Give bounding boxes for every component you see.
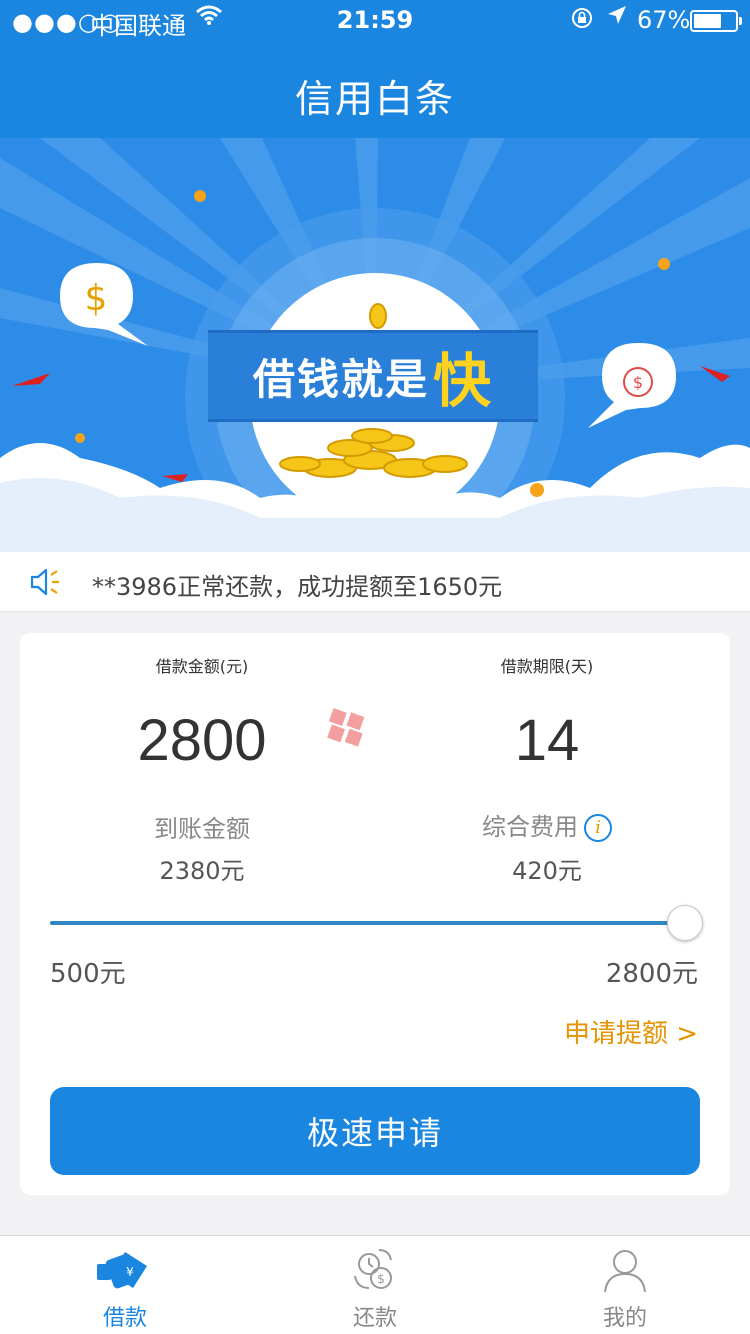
svg-text:$: $ bbox=[377, 1272, 385, 1286]
battery-icon bbox=[690, 10, 742, 32]
tab-repay[interactable]: $ 还款 bbox=[250, 1236, 500, 1334]
info-icon[interactable]: i bbox=[584, 814, 612, 842]
svg-text:¥: ¥ bbox=[126, 1265, 134, 1279]
slogan-emphasis: 快 bbox=[433, 347, 494, 415]
slider-max-label: 2800元 bbox=[605, 959, 698, 989]
raise-limit-link[interactable]: 申请提额 > bbox=[564, 1013, 698, 1050]
apply-button[interactable]: 极速申请 bbox=[50, 1087, 700, 1175]
svg-text:$: $ bbox=[85, 278, 108, 319]
battery-percent: 67% bbox=[637, 6, 691, 34]
banner-slogan: 借钱就是快 bbox=[208, 330, 538, 422]
svg-text:$: $ bbox=[633, 373, 643, 392]
tab-label: 还款 bbox=[352, 1306, 397, 1331]
promo-banner[interactable]: $ $ 借钱就是快 bbox=[0, 138, 750, 552]
slider-min-label: 500元 bbox=[50, 959, 126, 989]
received-value: 2380元 bbox=[159, 857, 245, 885]
rotation-lock-icon bbox=[570, 6, 594, 36]
received-label: 到账金额 bbox=[154, 815, 250, 843]
tab-loan[interactable]: ¥ 借款 bbox=[0, 1236, 250, 1334]
fee-label-row: 综合费用 i bbox=[374, 807, 720, 842]
tab-label: 借款 bbox=[102, 1306, 147, 1331]
user-icon bbox=[604, 1250, 646, 1293]
amount-slider-thumb[interactable] bbox=[667, 905, 703, 941]
speaker-icon bbox=[30, 568, 59, 596]
slogan-text: 借钱就是 bbox=[252, 354, 429, 404]
status-bar: ●●●○○ 中国联通 21:59 67% bbox=[0, 0, 750, 40]
tab-bar: ¥ 借款 $ 还款 我的 bbox=[0, 1235, 750, 1334]
watermark-logo bbox=[312, 606, 492, 756]
tab-label: 我的 bbox=[602, 1306, 647, 1331]
repay-clock-icon: $ bbox=[354, 1249, 392, 1289]
location-arrow-icon bbox=[606, 4, 628, 32]
fee-label: 综合费用 bbox=[482, 813, 578, 841]
amount-slider-track[interactable] bbox=[50, 921, 690, 925]
fee-value: 420元 bbox=[512, 857, 582, 885]
page-title: 信用白条 bbox=[294, 77, 455, 121]
tab-me[interactable]: 我的 bbox=[500, 1236, 750, 1334]
notice-bar[interactable]: **3986正常还款，成功提额至1650元 bbox=[0, 552, 750, 612]
notice-text: **3986正常还款，成功提额至1650元 bbox=[92, 573, 503, 601]
loan-card-icon: ¥ bbox=[97, 1252, 147, 1289]
top-bar: ●●●○○ 中国联通 21:59 67% 信用白条 bbox=[0, 0, 750, 138]
